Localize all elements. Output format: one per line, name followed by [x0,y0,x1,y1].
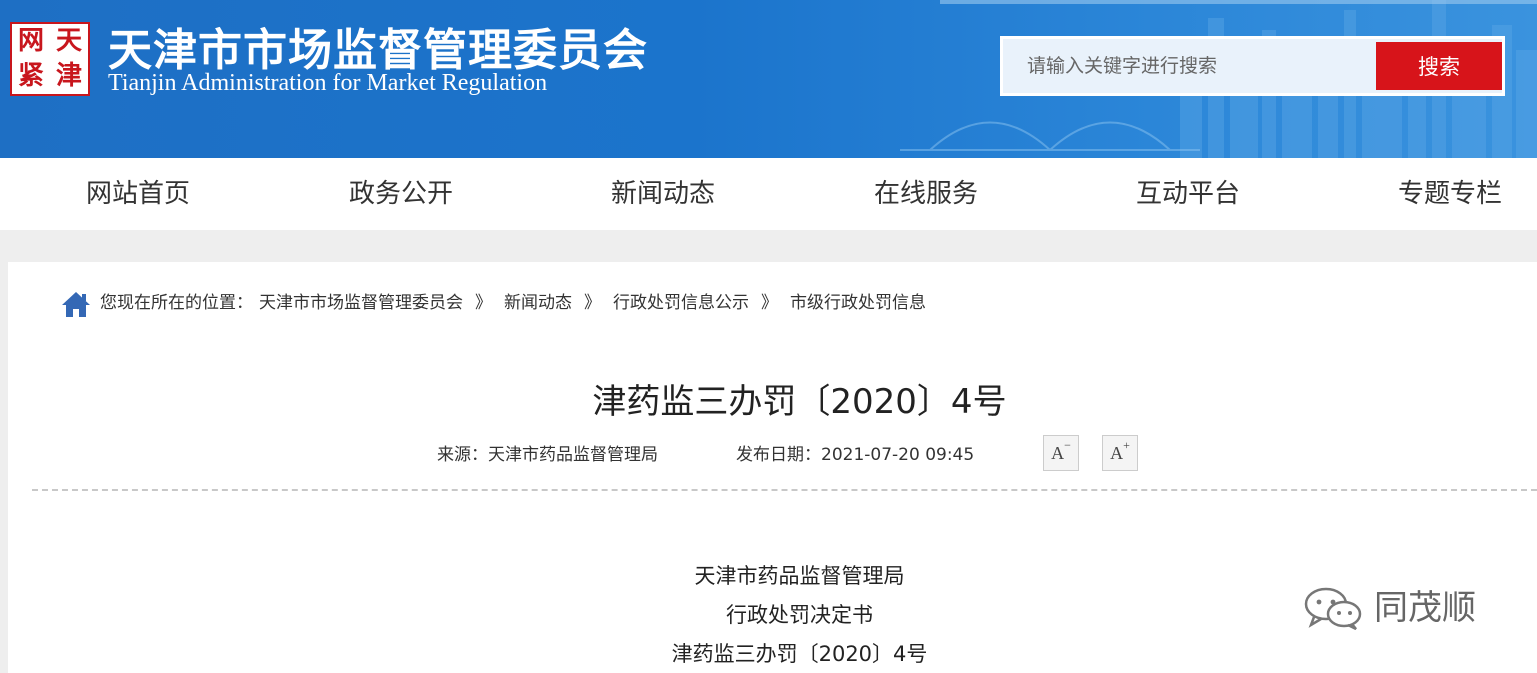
breadcrumb-link-city-penalty[interactable]: 市级行政处罚信息 [790,293,926,313]
breadcrumb-link-news[interactable]: 新闻动态 [504,293,572,313]
article-panel: 您现在所在的位置： 天津市市场监督管理委员会》新闻动态》行政处罚信息公示》市级行政… [8,262,1537,673]
seal-char: 网 [17,26,44,56]
site-subtitle: Tianjin Administration for Market Regula… [108,70,548,96]
wechat-icon [1304,587,1362,630]
main-nav: 网站首页 政务公开 新闻动态 在线服务 互动平台 专题专栏 [0,158,1537,230]
nav-item-interaction[interactable]: 互动平台 [1136,158,1240,230]
seal-char: 天 [55,26,82,56]
plus-icon: + [1123,438,1130,452]
breadcrumb-separator: 》 [475,293,492,313]
breadcrumb-prefix: 您现在所在的位置： [100,293,253,313]
breadcrumb-trail: 您现在所在的位置： 天津市市场监督管理委员会》新闻动态》行政处罚信息公示》市级行政… [100,288,932,318]
article-source: 来源：天津市药品监督管理局 [437,445,658,465]
breadcrumb-link-home[interactable]: 天津市市场监督管理委员会 [259,293,463,313]
title-divider [32,489,1537,491]
font-increase-button[interactable]: A+ [1102,435,1138,471]
header-banner: 网 天 紧 津 天津市市场监督管理委员会 Tianjin Administrat… [0,0,1537,158]
search-box: 搜索 [1000,36,1505,96]
nav-item-gov-affairs[interactable]: 政务公开 [349,158,453,230]
search-button[interactable]: 搜索 [1376,42,1502,90]
seal-char: 津 [55,61,82,91]
article-publish-date: 发布日期：2021-07-20 09:45 [736,445,975,465]
watermark-text: 同茂顺 [1374,588,1476,628]
nav-item-services[interactable]: 在线服务 [874,158,978,230]
minus-icon: − [1064,438,1071,452]
site-logo-seal[interactable]: 网 天 紧 津 [10,22,90,96]
font-decrease-button[interactable]: A− [1043,435,1079,471]
seal-char: 紧 [17,61,44,91]
font-decrease-letter: A [1051,443,1065,463]
nav-item-topics[interactable]: 专题专栏 [1398,158,1502,230]
breadcrumb-separator: 》 [761,293,778,313]
body-doc-number-line: 津药监三办罚〔2020〕4号 [671,642,928,666]
breadcrumb-separator: 》 [584,293,601,313]
search-input[interactable] [1003,39,1375,93]
nav-item-home[interactable]: 网站首页 [86,158,190,230]
home-icon [62,292,90,317]
site-title[interactable]: 天津市市场监督管理委员会 [108,14,648,78]
nav-item-news[interactable]: 新闻动态 [611,158,715,230]
breadcrumb-link-penalty-info[interactable]: 行政处罚信息公示 [613,293,749,313]
article-title: 津药监三办罚〔2020〕4号 [592,382,1007,422]
font-increase-letter: A [1110,443,1124,463]
